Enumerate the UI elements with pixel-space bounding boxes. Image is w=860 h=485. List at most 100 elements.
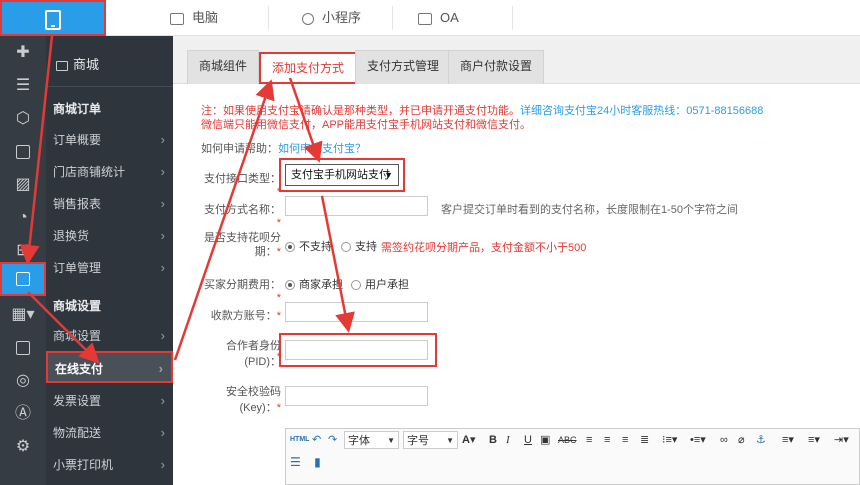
chevron-right-icon: › [160,328,165,343]
shop-icon [56,60,68,71]
apply-help: 如何申请帮助：如何申请支付宝？ [201,143,366,155]
align-right-icon[interactable]: ≡ [622,431,628,449]
redo-icon[interactable]: ↷ [328,431,337,449]
sidebar-item-sales-report[interactable]: 销售报表 › [46,188,173,220]
image-insert-icon[interactable]: ▮ [314,455,321,469]
group-title-orders: 商城订单 [53,102,102,116]
calendar-icon [418,12,432,25]
chevron-right-icon: › [160,228,165,243]
method-name-label: 支付方式名称：* [204,204,281,229]
chevron-right-icon: › [160,132,165,147]
sidebar-item-order-summary[interactable]: 订单概要 › [46,124,173,156]
installment-fee-label: 买家分期费用：* [204,279,281,304]
fee-user-radio[interactable]: 用户承担 [351,276,409,292]
tab-shop-components[interactable]: 商城组件 [187,50,260,84]
main-panel: 商城组件 添加支付方式 支付方式管理 商户付款设置 注：如果使用支付宝请确认是那… [173,36,860,485]
chevron-right-icon: › [160,196,165,211]
sidebar-item-invoice-settings[interactable]: 发票设置 › [46,385,173,417]
chevron-right-icon: › [160,164,165,179]
note-line-2: 微信端只能用微信支付，APP能用支付宝手机网站支付和微信支付。 [201,119,532,131]
document-icon[interactable] [0,135,46,168]
payee-account-input[interactable] [285,302,428,322]
list-icon[interactable]: ☰ [0,69,46,102]
group-title-settings: 商城设置 [53,299,102,313]
ordered-list-icon[interactable]: ⁝≡▾ [662,431,677,449]
chevron-right-icon: › [158,361,163,376]
align-justify-icon[interactable]: ≣ [640,431,649,449]
unordered-list-icon[interactable]: •≡▾ [690,431,706,449]
underline-icon[interactable]: U [524,431,532,449]
sidebar-item-logistics[interactable]: 物流配送 › [46,417,173,449]
undo-icon[interactable]: ↶ [312,431,321,449]
font-color-icon[interactable]: A▾ [462,431,475,449]
cross-icon[interactable]: ✚ [0,36,46,69]
tab-bar: 商城组件 添加支付方式 支付方式管理 商户付款设置 [173,36,860,84]
sidebar-item-order-management[interactable]: 订单管理 › [46,252,173,284]
align-center-icon[interactable]: ≡ [604,431,610,449]
tab-merchant-payment[interactable]: 商户付款设置 [448,50,545,84]
huabei-yes-radio[interactable]: 支持 [341,238,377,254]
monitor-icon [170,12,184,25]
top-bar: 电脑 小程序 OA [0,0,860,36]
clipboard-icon[interactable] [0,262,46,296]
fee-merchant-radio[interactable]: 商家承担 [285,276,343,292]
report-icon[interactable] [0,331,46,364]
font-family-select[interactable]: 字体 ▼ [344,431,399,449]
payee-account-label: 收款方账号：* [210,310,281,322]
tab-add-payment[interactable]: 添加支付方式 [259,52,358,84]
partner-pid-input[interactable] [285,340,428,360]
settings-icon[interactable]: ⚙ [0,430,46,463]
sidebar-item-receipt-printer[interactable]: 小票打印机 › [46,449,173,481]
chevron-right-icon: › [160,393,165,408]
html-button[interactable]: HTML [290,431,309,449]
dropdown-arrow-icon: ▼ [384,170,393,180]
anchor-icon[interactable]: ⚓ [756,431,766,449]
image-icon[interactable]: ▨ [0,168,46,201]
mobile-icon [45,10,61,30]
italic-icon[interactable]: I [506,431,510,449]
indent-icon[interactable]: ⇥▾ [834,431,849,449]
tab-computer[interactable]: 电脑 [170,0,218,36]
chat-icon[interactable]: ◎ [0,364,46,397]
unlink-icon[interactable]: ⌀ [738,431,745,449]
sidebar-item-online-payment[interactable]: 在线支付 › [46,351,173,383]
method-name-hint: 客户提交订单时看到的支付名称，长度限制在1-50个字符之间 [441,204,739,216]
method-name-input[interactable] [285,196,428,216]
font-size-select[interactable]: 字号 ▼ [403,431,458,449]
sidebar-title: 商城 [46,53,173,77]
huabei-no-radio[interactable]: 不支持 [285,238,332,254]
security-key-input[interactable] [285,386,428,406]
mobile-tab[interactable] [0,0,106,36]
paragraph-spacing-icon[interactable]: ≡▾ [808,431,820,449]
chevron-right-icon: › [160,425,165,440]
link-icon[interactable]: ∞ [720,431,728,449]
tab-oa[interactable]: OA [418,0,459,36]
tab-payment-management[interactable]: 支付方式管理 [355,50,452,84]
icon-column: ✚ ☰ ⬡ ▨ ◔ ⊞ ▦▾ ◎ Ⓐ ⚙ [0,36,46,485]
user-icon[interactable]: ◔ [0,201,46,234]
security-key-label: 安全校验码 [226,386,281,398]
interface-type-label: 支付接口类型：* [204,173,281,198]
sidebar-item-store-stats[interactable]: 门店商铺统计 › [46,156,173,188]
sidebar-item-returns[interactable]: 退换货 › [46,220,173,252]
app-store-icon[interactable]: Ⓐ [0,397,46,430]
apply-alipay-link[interactable]: 如何申请支付宝？ [278,143,366,155]
horizontal-rule-icon[interactable]: ☰ [290,455,301,469]
huabei-label-2: 期：* [254,246,281,258]
grid-icon[interactable]: ▦▾ [0,298,46,331]
partner-pid-required: * [276,351,281,363]
interface-type-select[interactable]: 支付宝手机网站支付 ▼ [285,164,399,186]
chevron-right-icon: › [160,260,165,275]
rich-text-editor[interactable]: HTML ↶ ↷ 字体 ▼ 字号 ▼ A▾ B I U ▣ ABC ≡ ≡ ≡ ≣ … [285,428,860,485]
text-bg-icon[interactable]: ▣ [540,431,550,449]
security-key-label-2: (Key)：* [239,402,281,414]
huabei-warning: 需签约花呗分期产品，支付金额不小于500 [381,242,587,254]
tab-mini-program[interactable]: 小程序 [302,0,361,36]
bold-icon[interactable]: B [489,431,497,449]
sidebar-item-shop-settings[interactable]: 商城设置 › [46,320,173,352]
line-height-icon[interactable]: ≡▾ [782,431,794,449]
align-left-icon[interactable]: ≡ [586,431,592,449]
cube-icon[interactable]: ⬡ [0,102,46,135]
strikethrough-icon[interactable]: ABC [558,431,577,449]
support-hotline-link[interactable]: 详细咨询支付宝24小时客服热线：0571-88156688 [520,105,763,117]
